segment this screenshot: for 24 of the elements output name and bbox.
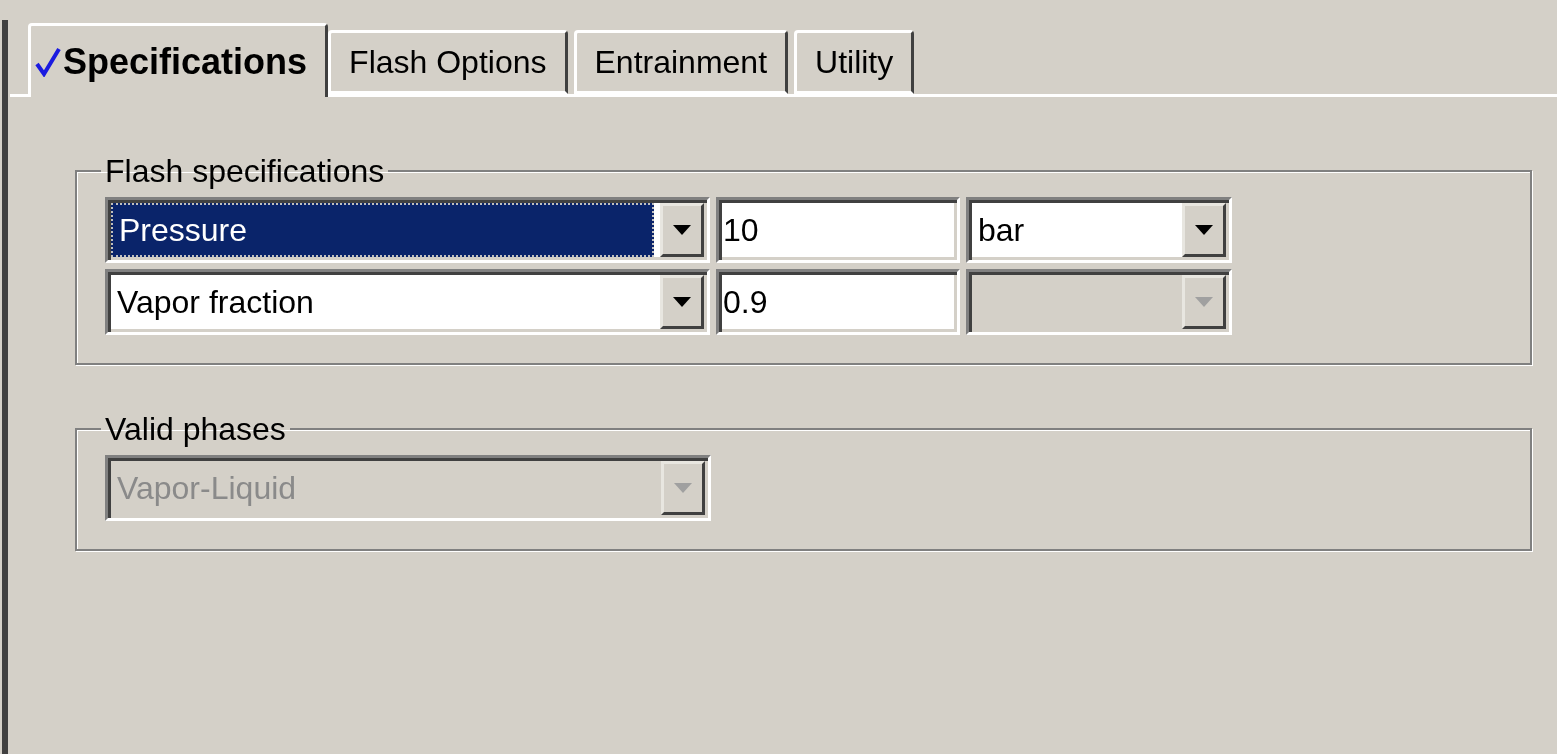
caret-icon [1195, 297, 1213, 307]
caret-icon [673, 225, 691, 235]
tab[interactable]: Utility [794, 30, 915, 94]
dropdown-value: Pressure [119, 211, 248, 250]
tab[interactable]: Entrainment [573, 30, 789, 94]
value-field[interactable]: 10 [716, 197, 960, 263]
tab[interactable]: Specifications [28, 23, 329, 97]
caret-icon [1195, 225, 1213, 235]
dropdown[interactable]: Pressure [105, 197, 710, 263]
dropdown-value: Vapor fraction [117, 283, 314, 322]
caret-icon [673, 297, 691, 307]
caret-icon [674, 483, 692, 493]
dropdown-button[interactable] [660, 203, 704, 257]
group-title: Valid phases [104, 410, 287, 449]
value-field[interactable]: 0.9 [716, 269, 960, 335]
dropdown-button[interactable] [1182, 203, 1226, 257]
tab[interactable]: Flash Options [328, 30, 568, 94]
dropdown-value: Vapor-Liquid [117, 469, 297, 508]
group-title: Flash specifications [104, 152, 386, 191]
dropdown[interactable]: bar [966, 197, 1232, 263]
dropdown[interactable]: Vapor fraction [105, 269, 710, 335]
checkmark-icon [35, 46, 61, 77]
dropdown-button[interactable] [660, 275, 704, 329]
dropdown-value: bar [978, 211, 1025, 250]
